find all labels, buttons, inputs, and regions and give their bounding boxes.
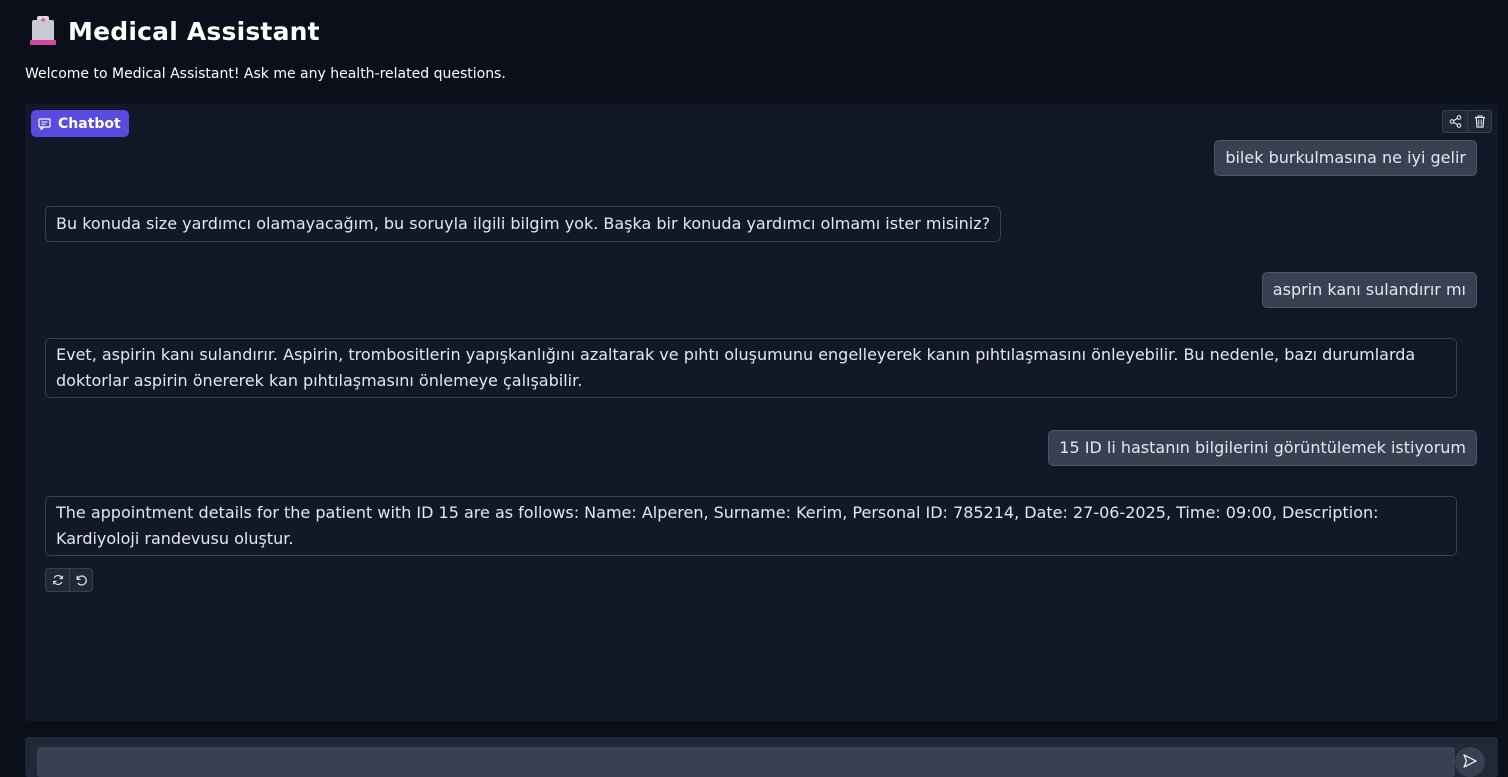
undo-icon bbox=[76, 574, 87, 586]
page-title: Medical Assistant bbox=[68, 16, 320, 46]
undo-button[interactable] bbox=[69, 569, 92, 591]
welcome-text: Welcome to Medical Assistant! Ask me any… bbox=[25, 66, 506, 82]
bot-message: The appointment details for the patient … bbox=[45, 496, 1457, 556]
retry-button[interactable] bbox=[46, 569, 69, 591]
chatbot-label-badge: Chatbot bbox=[31, 110, 129, 137]
send-button[interactable] bbox=[1455, 747, 1485, 777]
retry-icon bbox=[52, 575, 63, 585]
user-message: 15 ID li hastanın bilgilerini görüntülem… bbox=[1048, 430, 1477, 466]
message-input[interactable] bbox=[37, 747, 1455, 777]
app-header: + Medical Assistant bbox=[30, 14, 320, 48]
chatbot-panel: Chatbot bilek burkulmasına ne iyi gelir … bbox=[25, 104, 1498, 721]
trash-icon bbox=[1474, 115, 1485, 128]
bot-message: Bu konuda size yardımcı olamayacağım, bu… bbox=[45, 206, 1002, 242]
share-icon bbox=[1449, 115, 1461, 128]
input-panel bbox=[25, 737, 1498, 777]
hospital-icon: + bbox=[30, 16, 56, 46]
message-actions bbox=[45, 568, 93, 592]
user-message: bilek burkulmasına ne iyi gelir bbox=[1214, 140, 1477, 176]
share-button[interactable] bbox=[1443, 111, 1467, 132]
send-icon bbox=[1463, 754, 1477, 768]
bot-message: Evet, aspirin kanı sulandırır. Aspirin, … bbox=[45, 338, 1457, 398]
clear-button[interactable] bbox=[1467, 111, 1491, 132]
chat-icon bbox=[38, 117, 51, 130]
chatbot-actions bbox=[1442, 110, 1492, 133]
user-message: asprin kanı sulandırır mı bbox=[1261, 272, 1477, 308]
chatbot-label: Chatbot bbox=[58, 115, 121, 132]
